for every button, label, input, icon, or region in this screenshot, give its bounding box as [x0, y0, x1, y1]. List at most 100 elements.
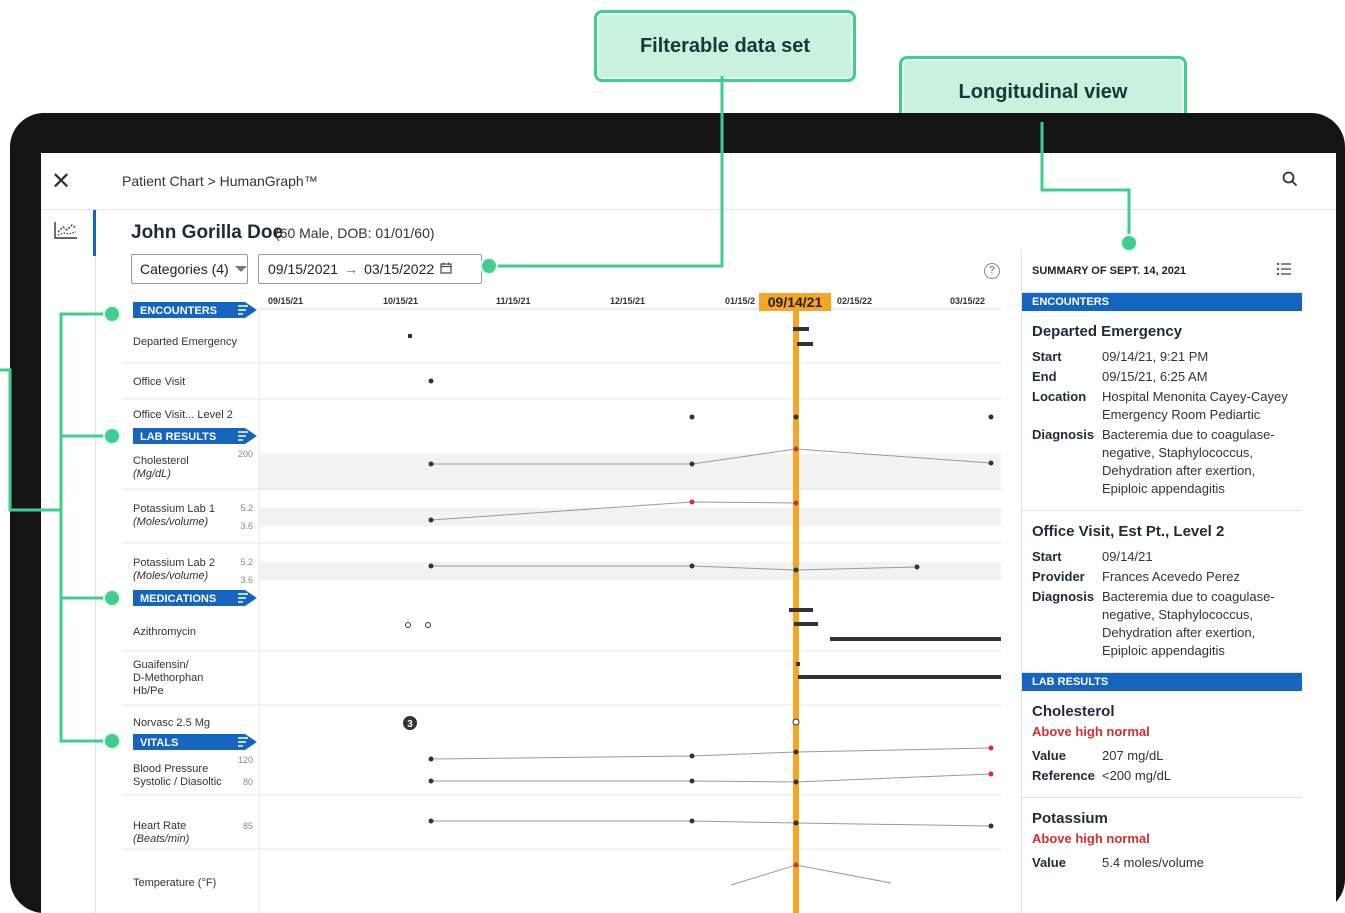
- y-tick: 120: [238, 755, 253, 765]
- vital-point[interactable]: [689, 818, 695, 824]
- bp-diastolic-line: [431, 773, 992, 783]
- vital-point[interactable]: [689, 753, 695, 759]
- axis-tick: 01/15/2: [725, 296, 755, 306]
- axis-tick: 09/15/21: [268, 296, 303, 306]
- field-key: Location: [1032, 389, 1087, 404]
- normal-band: [259, 562, 1001, 580]
- lab-status: Above high normal: [1032, 724, 1150, 739]
- app-screen: ✕ Patient Chart > HumanGraph™ John Goril…: [41, 153, 1336, 913]
- y-tick: 3.6: [240, 521, 253, 531]
- category-tag-encounters[interactable]: ENCOUNTERS: [133, 302, 257, 318]
- y-tick: 200: [238, 449, 253, 459]
- lab-point-abnormal[interactable]: [689, 499, 695, 505]
- y-tick: 5.2: [240, 503, 253, 513]
- row-label: Office Visit... Level 2: [133, 409, 233, 421]
- vital-point[interactable]: [793, 749, 799, 755]
- vital-point[interactable]: [428, 818, 434, 824]
- row-label: Potassium Lab 2: [133, 557, 215, 569]
- vital-point[interactable]: [988, 823, 994, 829]
- section-bar-encounters: ENCOUNTERS: [1022, 293, 1302, 311]
- lab-point[interactable]: [914, 564, 920, 570]
- summary-header: SUMMARY OF SEPT. 14, 2021: [1022, 249, 1302, 293]
- category-tag-medications[interactable]: MEDICATIONS: [133, 590, 257, 606]
- medication-mark[interactable]: [792, 718, 800, 726]
- section-bar-lab-results: LAB RESULTS: [1022, 673, 1302, 691]
- field-value: 09/15/21, 6:25 AM: [1102, 369, 1208, 384]
- encounter-mark[interactable]: [793, 327, 809, 331]
- axis-tick: 12/15/21: [610, 296, 645, 306]
- y-tick: 5.2: [240, 557, 253, 567]
- row-label: Office Visit: [133, 376, 185, 388]
- field-value: Hospital Menonita Cayey-Cayey Emergency …: [1102, 389, 1288, 422]
- encounter-mark[interactable]: [793, 414, 799, 420]
- summary-title: SUMMARY OF SEPT. 14, 2021: [1032, 264, 1187, 277]
- row-label: Azithromycin: [133, 626, 196, 638]
- list-icon[interactable]: [1276, 262, 1292, 279]
- encounter-mark[interactable]: [797, 342, 813, 346]
- axis-tick: 11/15/21: [496, 296, 531, 306]
- field-key: Value: [1032, 855, 1066, 870]
- heart-rate-line: [431, 820, 992, 827]
- category-label: LAB RESULTS: [140, 431, 216, 443]
- field-value: 09/14/21, 9:21 PM: [1102, 349, 1209, 364]
- field-key: Diagnosis: [1032, 427, 1095, 442]
- lab-point[interactable]: [428, 563, 434, 569]
- row-label: Temperature (°F): [133, 877, 216, 889]
- summary-panel: SUMMARY OF SEPT. 14, 2021 ENCOUNTERS Dep…: [1021, 249, 1302, 913]
- lab-point[interactable]: [689, 461, 695, 467]
- search-icon[interactable]: [1282, 171, 1298, 192]
- lab-card[interactable]: Potassium Above high normal Value 5.4 mol…: [1022, 798, 1302, 884]
- encounter-card[interactable]: Office Visit, Est Pt., Level 2 Start 09/1…: [1022, 511, 1302, 673]
- medication-bar[interactable]: [798, 675, 1001, 679]
- medication-bar[interactable]: [796, 662, 800, 666]
- field-value: 5.4 moles/volume: [1102, 855, 1204, 870]
- row-label: Guaifensin/: [133, 659, 190, 671]
- encounter-card[interactable]: Departed Emergency Start 09/14/21, 9:21 P…: [1022, 311, 1302, 511]
- vital-point[interactable]: [793, 779, 799, 785]
- filterable-data-set-callout: Filterable data set: [594, 10, 856, 82]
- row-unit: (Moles/volume): [133, 516, 209, 528]
- medication-mark[interactable]: [405, 622, 411, 628]
- vital-point-abnormal[interactable]: [793, 862, 799, 868]
- vital-point[interactable]: [428, 756, 434, 762]
- lab-point[interactable]: [689, 563, 695, 569]
- medication-bar[interactable]: [789, 608, 813, 612]
- vital-point[interactable]: [793, 820, 799, 826]
- field-key: Start: [1032, 549, 1062, 564]
- encounter-title: Office Visit, Est Pt., Level 2: [1032, 523, 1225, 540]
- category-tag-lab-results[interactable]: LAB RESULTS: [133, 428, 257, 444]
- row-unit: (Mg/dL): [133, 468, 171, 480]
- lab-point-abnormal[interactable]: [793, 446, 799, 452]
- row-label: Potassium Lab 1: [133, 503, 215, 515]
- humangraph-timeline: 09/15/21 10/15/21 11/15/21 12/15/21 01/1…: [123, 293, 1001, 913]
- encounter-mark[interactable]: [408, 334, 412, 338]
- vital-point[interactable]: [689, 778, 695, 784]
- row-separators: [123, 309, 1001, 913]
- medication-bar[interactable]: [830, 637, 1001, 641]
- bp-systolic-line: [430, 747, 992, 760]
- field-value: 207 mg/dL: [1102, 748, 1164, 763]
- lab-point[interactable]: [428, 461, 434, 467]
- field-key: Reference: [1032, 768, 1095, 783]
- lab-point[interactable]: [793, 567, 799, 573]
- row-label: Blood Pressure: [133, 763, 208, 775]
- row-label: Heart Rate: [133, 820, 186, 832]
- lab-point-abnormal[interactable]: [793, 500, 799, 506]
- vital-point-abnormal[interactable]: [988, 771, 994, 777]
- lab-card[interactable]: Cholesterol Above high normal Value 207 m…: [1022, 691, 1302, 798]
- category-tag-vitals[interactable]: VITALS: [133, 734, 257, 750]
- axis-tick: 03/15/22: [950, 296, 985, 306]
- category-label: MEDICATIONS: [140, 593, 216, 605]
- vital-point[interactable]: [428, 778, 434, 784]
- encounter-mark[interactable]: [988, 414, 994, 420]
- vital-point-abnormal[interactable]: [988, 745, 994, 751]
- lab-point[interactable]: [428, 517, 434, 523]
- normal-band: [259, 508, 1001, 526]
- lab-point[interactable]: [988, 460, 994, 466]
- medication-bar[interactable]: [794, 622, 818, 626]
- medication-mark[interactable]: [425, 622, 431, 628]
- encounter-mark[interactable]: [428, 378, 434, 384]
- row-label: Hb/Pe: [133, 685, 164, 697]
- field-key: Start: [1032, 349, 1062, 364]
- encounter-mark[interactable]: [689, 414, 695, 420]
